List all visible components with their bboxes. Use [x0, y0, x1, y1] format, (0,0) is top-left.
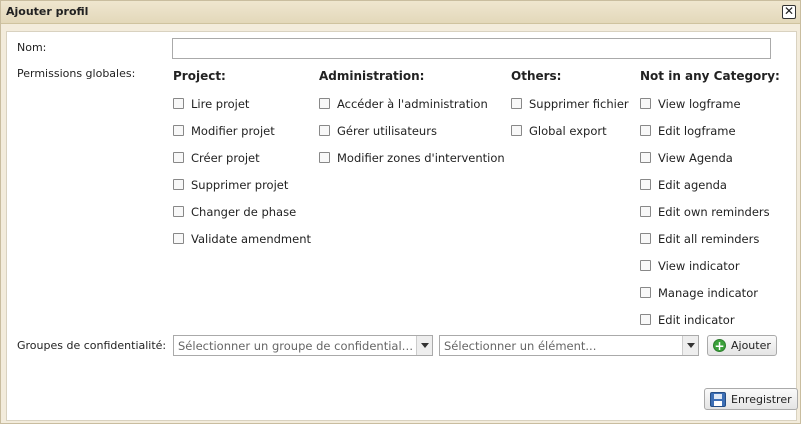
permission-item[interactable]: Validate amendment	[173, 225, 311, 252]
confidentiality-label: Groupes de confidentialité:	[17, 339, 167, 352]
permission-label: Edit logframe	[658, 123, 736, 138]
save-icon	[710, 391, 726, 407]
permission-item[interactable]: Edit own reminders	[640, 198, 780, 225]
checkbox[interactable]	[319, 98, 330, 109]
permission-label: View indicator	[658, 258, 740, 273]
permission-item[interactable]: Changer de phase	[173, 198, 311, 225]
permission-label: Créer projet	[191, 150, 260, 165]
permission-label: Global export	[529, 123, 607, 138]
column-heading: Others:	[511, 69, 562, 83]
checkbox[interactable]	[640, 125, 651, 136]
checkbox[interactable]	[173, 125, 184, 136]
checkbox[interactable]	[640, 260, 651, 271]
element-select[interactable]: Sélectionner un élément...	[439, 335, 699, 356]
permission-item[interactable]: Edit logframe	[640, 117, 780, 144]
permission-label: Edit all reminders	[658, 231, 760, 246]
checkbox[interactable]	[319, 152, 330, 163]
permission-item[interactable]: Gérer utilisateurs	[319, 117, 505, 144]
select-placeholder: Sélectionner un élément...	[444, 339, 597, 353]
chevron-down-icon[interactable]	[682, 336, 698, 355]
permission-item[interactable]: Modifier zones d'intervention	[319, 144, 505, 171]
confidentiality-group-select[interactable]: Sélectionner un groupe de confidentialit…	[173, 335, 433, 356]
permission-label: Validate amendment	[191, 231, 311, 246]
chevron-down-icon[interactable]	[416, 336, 432, 355]
name-field[interactable]	[172, 38, 771, 59]
column-administration: Administration: Accéder à l'administrati…	[319, 69, 505, 171]
permission-item[interactable]: Lire projet	[173, 90, 311, 117]
column-others: Others: Supprimer fichier Global export	[511, 69, 629, 144]
permission-label: Manage indicator	[658, 285, 758, 300]
plus-icon: +	[713, 339, 726, 353]
checkbox[interactable]	[640, 152, 651, 163]
permission-label: Supprimer projet	[191, 177, 289, 192]
permission-item[interactable]: Edit all reminders	[640, 225, 780, 252]
permission-label: Changer de phase	[191, 204, 297, 219]
permission-label: Modifier zones d'intervention	[337, 150, 505, 165]
form-panel: Nom: Permissions globales: Project: Lire…	[6, 31, 798, 421]
dialog-titlebar[interactable]: Ajouter profil ✕	[1, 1, 800, 24]
checkbox[interactable]	[319, 125, 330, 136]
permission-item[interactable]: Global export	[511, 117, 629, 144]
permission-label: Edit own reminders	[658, 204, 770, 219]
permission-item[interactable]: View logframe	[640, 90, 780, 117]
permission-item[interactable]: Supprimer projet	[173, 171, 311, 198]
permission-item[interactable]: Accéder à l'administration	[319, 90, 505, 117]
permission-label: Accéder à l'administration	[337, 96, 488, 111]
permission-item[interactable]: Manage indicator	[640, 279, 780, 306]
checkbox[interactable]	[640, 206, 651, 217]
permission-label: View Agenda	[658, 150, 733, 165]
permission-label: Modifier projet	[191, 123, 275, 138]
permission-item[interactable]: Edit agenda	[640, 171, 780, 198]
checkbox[interactable]	[173, 179, 184, 190]
permission-label: Lire projet	[191, 96, 250, 111]
checkbox[interactable]	[640, 314, 651, 325]
save-button[interactable]: Enregistrer	[704, 388, 798, 410]
permission-item[interactable]: View indicator	[640, 252, 780, 279]
checkbox[interactable]	[173, 233, 184, 244]
checkbox[interactable]	[640, 179, 651, 190]
checkbox[interactable]	[640, 287, 651, 298]
permission-label: Gérer utilisateurs	[337, 123, 437, 138]
checkbox[interactable]	[640, 98, 651, 109]
dialog-title: Ajouter profil	[6, 5, 89, 18]
column-heading: Project:	[173, 69, 226, 83]
add-button-label: Ajouter	[731, 339, 771, 352]
add-button[interactable]: + Ajouter	[707, 335, 777, 356]
permission-item[interactable]: Edit indicator	[640, 306, 780, 333]
checkbox[interactable]	[511, 98, 522, 109]
permission-item[interactable]: View Agenda	[640, 144, 780, 171]
permission-item[interactable]: Modifier projet	[173, 117, 311, 144]
select-placeholder: Sélectionner un groupe de confidentialit…	[178, 339, 414, 353]
close-icon[interactable]: ✕	[782, 5, 796, 19]
permission-label: View logframe	[658, 96, 741, 111]
checkbox[interactable]	[173, 152, 184, 163]
column-heading: Administration:	[319, 69, 425, 83]
checkbox[interactable]	[511, 125, 522, 136]
dialog-window: Ajouter profil ✕ Nom: Permissions global…	[0, 0, 801, 424]
permission-item[interactable]: Créer projet	[173, 144, 311, 171]
permission-label: Edit agenda	[658, 177, 727, 192]
permission-label: Edit indicator	[658, 312, 735, 327]
permission-item[interactable]: Supprimer fichier	[511, 90, 629, 117]
checkbox[interactable]	[173, 206, 184, 217]
checkbox[interactable]	[173, 98, 184, 109]
column-heading: Not in any Category:	[640, 69, 780, 83]
column-project: Project: Lire projet Modifier projet Cré…	[173, 69, 311, 252]
save-button-label: Enregistrer	[731, 392, 792, 406]
checkbox[interactable]	[640, 233, 651, 244]
name-label: Nom:	[17, 41, 47, 54]
permission-label: Supprimer fichier	[529, 96, 629, 111]
permissions-label: Permissions globales:	[17, 67, 136, 80]
column-uncategorized: Not in any Category: View logframe Edit …	[640, 69, 780, 333]
